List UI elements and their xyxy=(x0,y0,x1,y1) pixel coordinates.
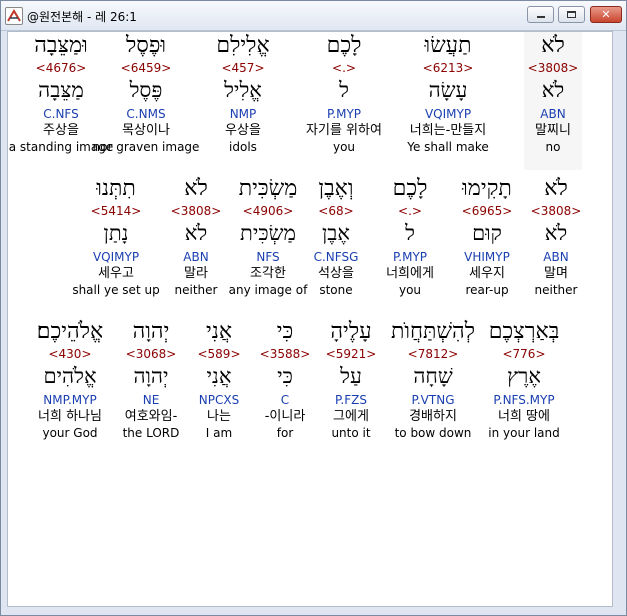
english-gloss: nor graven image xyxy=(92,140,200,154)
maximize-button[interactable] xyxy=(558,6,585,23)
english-gloss: no xyxy=(545,140,561,154)
word-cell[interactable]: לָכֶם <.> ל P.MYP 자기를 위하여 you xyxy=(289,32,399,154)
parsing-code[interactable]: VQIMYP xyxy=(393,106,503,122)
english-gloss: in your land xyxy=(488,426,560,440)
maximize-icon xyxy=(567,11,576,18)
parsing-code[interactable]: P.NFS.MYP xyxy=(469,392,579,408)
lemma-word: אֱלִיל xyxy=(224,78,262,102)
strong-number[interactable]: <3808> xyxy=(501,203,611,219)
hebrew-word: תַעֲשׂוּ xyxy=(424,33,472,58)
korean-gloss: 너희는-만들지 xyxy=(409,123,487,138)
strong-number[interactable]: <457> xyxy=(188,60,298,76)
word-cell[interactable]: לֹא <3808> לֹא ABN 말찌니 no xyxy=(524,32,582,170)
hebrew-word: אֱלִילִם xyxy=(216,33,270,58)
minimize-icon xyxy=(537,16,545,18)
parsing-code[interactable]: P.MYP xyxy=(289,106,399,122)
strong-number[interactable]: <3808> xyxy=(524,60,582,76)
parsing-code[interactable]: NMP xyxy=(188,106,298,122)
close-icon: ✕ xyxy=(601,8,611,21)
hebrew-word: וּפֶסֶל xyxy=(126,33,166,58)
word-cell[interactable]: אֱלִילִם <457> אֱלִיל NMP 우상을 idols xyxy=(188,32,298,154)
english-gloss: idols xyxy=(229,140,257,154)
korean-gloss: 말찌니 xyxy=(535,123,571,138)
verse-content-panel[interactable]: וּמַצֵּבָה <4676> מַצֵּבָה C.NFS 주상을 a standi… xyxy=(7,31,613,607)
parsing-code[interactable]: C.NMS xyxy=(91,106,201,122)
word-cell[interactable]: תַעֲשׂוּ <6213> עָשָׂה VQIMYP 너희는-만들지 Ye shal… xyxy=(393,32,503,154)
hebrew-word: לֹא xyxy=(544,176,568,201)
parsing-code[interactable]: ABN xyxy=(501,249,611,265)
korean-gloss: 우상을 xyxy=(225,123,261,138)
english-gloss: you xyxy=(332,140,356,154)
parsing-code[interactable]: ABN xyxy=(524,106,582,122)
title-bar[interactable]: @원전본해 - 레 26:1 ✕ xyxy=(1,1,626,31)
strong-number[interactable]: <6459> xyxy=(91,60,201,76)
lemma-word: לֹא xyxy=(544,221,568,245)
hebrew-word: לֹא xyxy=(541,33,565,58)
app-window: @원전본해 - 레 26:1 ✕ וּמַצֵּבָה <4676> מַצֵּבָ… xyxy=(0,0,627,616)
lemma-word: אֶרֶץ xyxy=(507,364,541,388)
word-cell[interactable]: לֹא <3808> לֹא ABN 말며 neither xyxy=(501,175,611,297)
strong-number[interactable]: <6213> xyxy=(393,60,503,76)
app-icon[interactable] xyxy=(5,7,23,25)
korean-gloss: 말며 xyxy=(544,266,568,281)
lemma-word: עָשָׂה xyxy=(428,78,468,102)
korean-gloss: 목상이나 xyxy=(122,123,170,138)
hebrew-word: בְּאַרְצְכֶם xyxy=(488,319,560,344)
strong-number[interactable]: <.> xyxy=(289,60,399,76)
english-gloss: neither xyxy=(534,283,578,297)
lemma-word: פֶּסֶל xyxy=(129,78,163,102)
word-cell[interactable]: בְּאַרְצְכֶם <776> אֶרֶץ P.NFS.MYP 너희 땅에 in y… xyxy=(469,318,579,440)
english-gloss: Ye shall make xyxy=(407,140,489,154)
close-button[interactable]: ✕ xyxy=(590,6,622,23)
lemma-word: ל xyxy=(339,78,349,102)
strong-number[interactable]: <776> xyxy=(469,346,579,362)
hebrew-word: לָכֶם xyxy=(326,33,362,58)
korean-gloss: 자기를 위하여 xyxy=(306,123,382,138)
word-cell[interactable]: וּפֶסֶל <6459> פֶּסֶל C.NMS 목상이나 nor graven i… xyxy=(91,32,201,154)
lemma-word: לֹא xyxy=(541,78,565,102)
minimize-button[interactable] xyxy=(527,6,554,23)
window-title: @원전본해 - 레 26:1 xyxy=(27,10,137,24)
korean-gloss: 너희 땅에 xyxy=(498,409,550,424)
